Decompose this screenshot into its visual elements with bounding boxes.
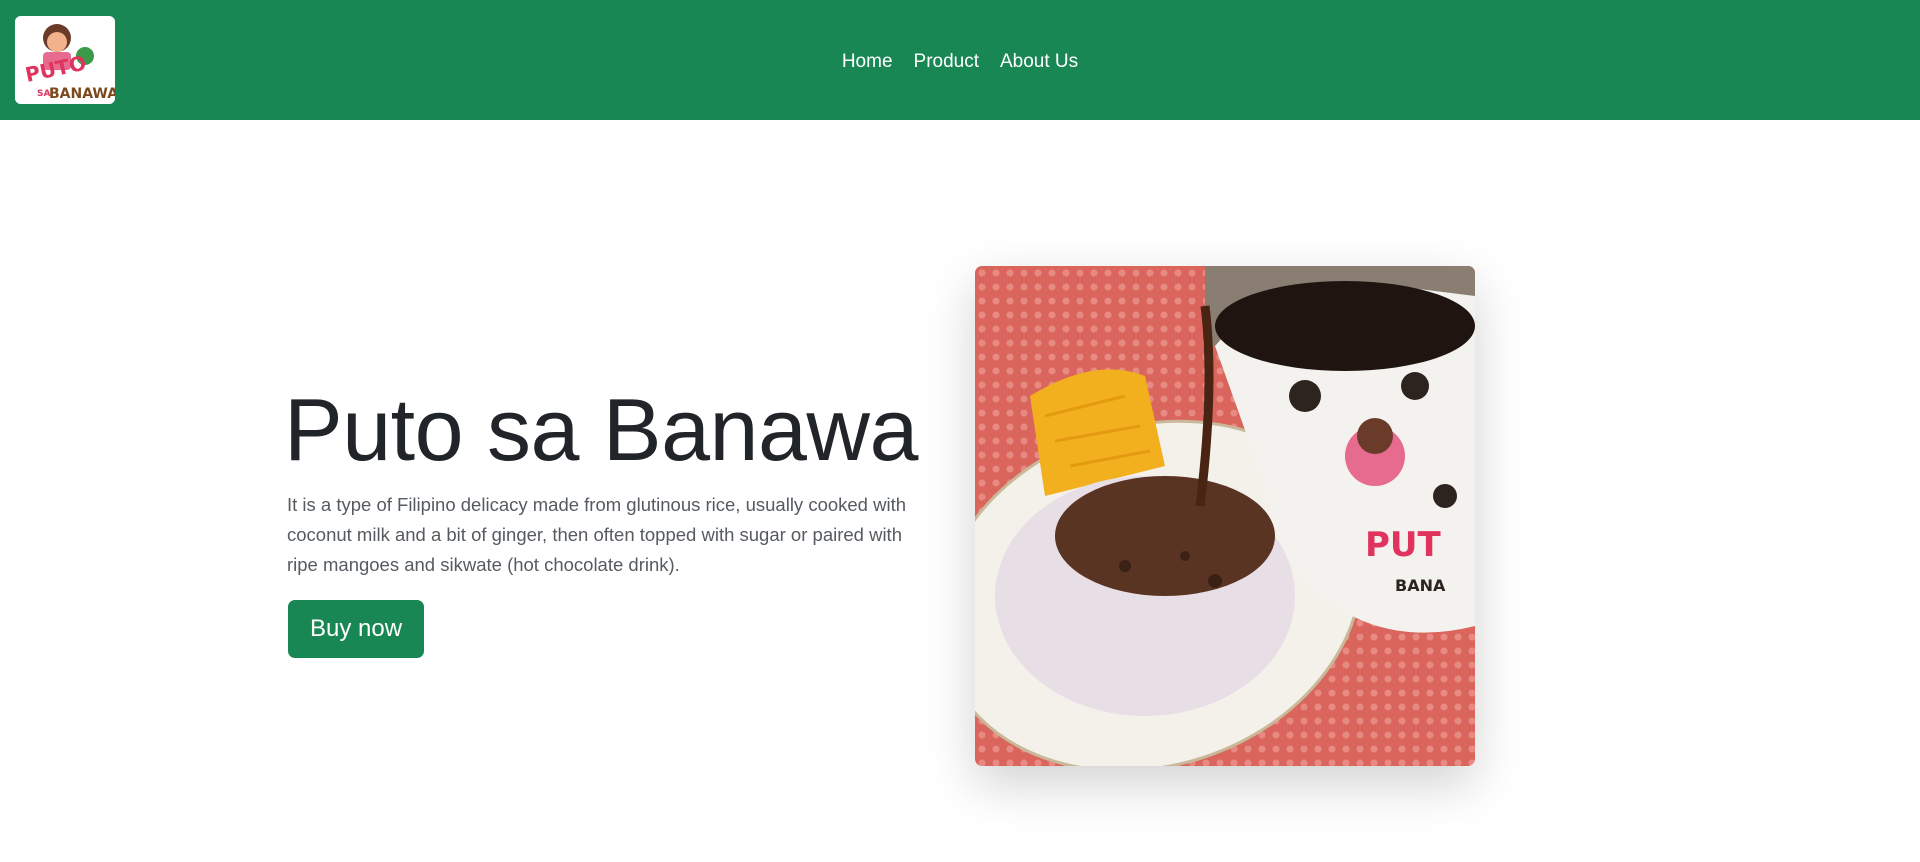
svg-text:BANA: BANA — [1395, 576, 1446, 595]
svg-text:SA: SA — [37, 89, 50, 99]
nav-about-us-link[interactable]: About Us — [1000, 48, 1078, 76]
buy-now-button[interactable]: Buy now — [288, 600, 424, 658]
svg-text:PUT: PUT — [1365, 525, 1442, 565]
nav-product-link[interactable]: Product — [914, 48, 979, 76]
main-nav: Home Product About Us — [0, 48, 1920, 76]
svg-text:BANAWA: BANAWA — [49, 86, 115, 102]
hero-title: Puto sa Banawa — [284, 380, 918, 479]
sticky-rice-photo: PUT BANA — [975, 266, 1475, 766]
nav-home-link[interactable]: Home — [842, 48, 893, 76]
navbar: PUTO BANAWA SA Home Product About Us — [0, 0, 1920, 120]
hero-product-image: PUT BANA — [975, 266, 1475, 766]
hero-description: It is a type of Filipino delicacy made f… — [287, 494, 907, 575]
